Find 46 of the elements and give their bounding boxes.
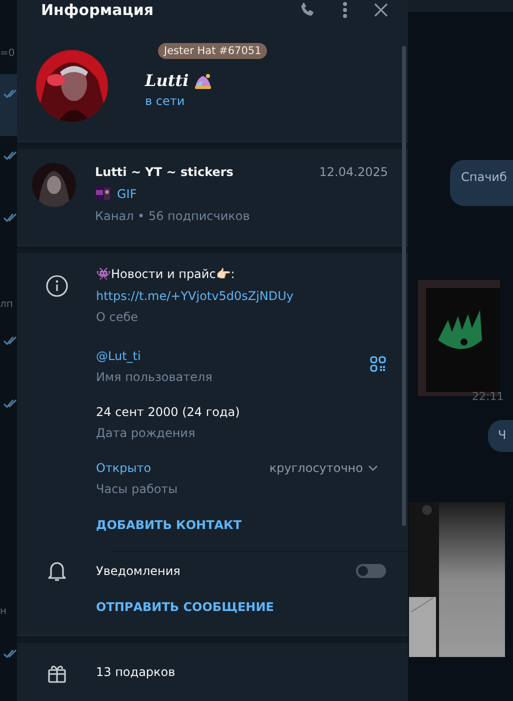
notifications-toggle[interactable] xyxy=(356,564,386,578)
double-check-icon xyxy=(3,212,17,223)
caret-icon xyxy=(368,464,378,471)
profile-name: Lutti xyxy=(145,71,189,90)
field-label: Дата рождения xyxy=(96,424,196,442)
field-label: Имя пользователя xyxy=(96,368,212,386)
online-status: в сети xyxy=(145,94,186,108)
message-preview: GIF xyxy=(117,186,137,201)
field-label: О себе xyxy=(96,308,140,326)
gift-icon xyxy=(46,663,66,684)
bell-icon xyxy=(46,560,66,582)
channel-meta: Канал • 56 подписчиков xyxy=(95,208,251,225)
close-icon[interactable] xyxy=(374,3,388,18)
double-check-icon xyxy=(3,335,17,346)
double-check-icon xyxy=(3,648,17,659)
panel-title: Информация xyxy=(41,1,154,20)
double-check-icon xyxy=(3,398,17,409)
chat-list-item[interactable] xyxy=(0,74,17,136)
username-link[interactable]: @Lut_ti xyxy=(96,346,212,365)
bio-text: 👾Новости и прайс👉🏻: xyxy=(96,266,236,283)
double-check-icon xyxy=(3,150,17,161)
scrollbar[interactable] xyxy=(402,46,406,526)
birthday-value: 24 сент 2000 (24 года) xyxy=(96,404,241,421)
gift-tooltip: Jester Hat #67051 xyxy=(158,43,268,60)
message-time: 22:11 xyxy=(472,390,504,403)
channel-name: Lutti ~ YT ~ stickers xyxy=(95,164,234,181)
send-message-button[interactable]: ОТПРАВИТЬ СООБЩЕНИЕ xyxy=(96,598,274,616)
gifts-count[interactable]: 13 подарков xyxy=(96,663,176,682)
double-check-icon xyxy=(3,88,17,99)
hours-dropdown[interactable]: круглосуточно xyxy=(269,460,378,475)
notifications-label: Уведомления xyxy=(96,562,182,580)
chat-preview-text: лп xyxy=(0,299,13,310)
info-icon xyxy=(46,274,68,297)
channel-item[interactable]: Lutti ~ YT ~ stickers 12.04.2025 GIF Канал • 56 подписчиков xyxy=(17,148,408,245)
add-contact-button[interactable]: ДОБАВИТЬ КОНТАКТ xyxy=(96,516,242,534)
message-bubble: Ч xyxy=(488,420,513,452)
chat-preview-text: н xyxy=(0,606,7,617)
post-date: 12.04.2025 xyxy=(319,164,388,179)
jester-hat-icon xyxy=(192,72,213,90)
qr-code-icon[interactable] xyxy=(370,356,386,372)
bio-link[interactable]: https://t.me/+YVjotv5d0sZjNDUy xyxy=(96,286,388,305)
field-label: Часы работы xyxy=(96,480,179,498)
open-status: Открыто xyxy=(96,460,152,477)
more-icon[interactable] xyxy=(342,1,348,20)
message-bubble: Спачиб xyxy=(450,160,513,206)
chat-preview-text: =0 xyxy=(0,48,15,59)
